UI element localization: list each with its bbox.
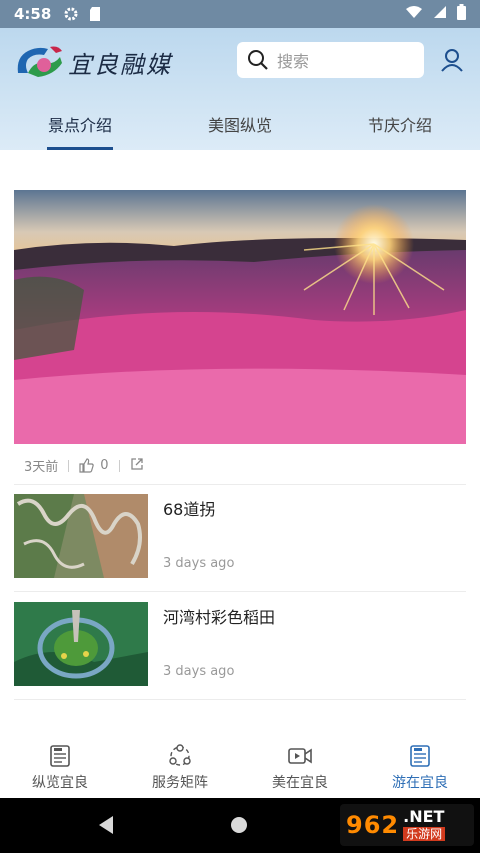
- nav-label: 美在宜良: [272, 775, 328, 791]
- logo-mark-icon: [17, 46, 62, 77]
- watermark-number: 962: [346, 811, 400, 839]
- tab-festivals[interactable]: 节庆介绍: [320, 100, 480, 150]
- battery-icon: [457, 4, 466, 24]
- search-icon: [248, 50, 268, 70]
- divider: [14, 591, 466, 592]
- bottom-navigation: 纵览宜良 服务矩阵 美在宜良 游在宜良: [0, 740, 480, 798]
- tab-scenic-spots[interactable]: 景点介绍: [0, 100, 160, 150]
- settings-icon: [63, 6, 79, 22]
- news-icon: [410, 745, 430, 767]
- thumbs-up-icon: [79, 458, 95, 473]
- search-input[interactable]: 搜索: [237, 42, 424, 78]
- category-tabs: 景点介绍 美图纵览 节庆介绍: [0, 100, 480, 150]
- feature-meta: 3天前 0: [24, 456, 144, 475]
- feature-time: 3天前: [24, 460, 59, 475]
- news-thumbnail: [14, 602, 148, 686]
- news-time: 3 days ago: [163, 556, 235, 571]
- app-logo: 宜良融媒: [14, 42, 184, 82]
- status-bar: 4:58: [0, 0, 480, 28]
- search-placeholder: 搜索: [277, 52, 310, 71]
- sd-card-icon: [89, 6, 101, 22]
- app-header: 宜良融媒 搜索 景点介绍 美图纵览 节庆介绍: [0, 28, 480, 150]
- meta-divider: [68, 459, 70, 472]
- list-item[interactable]: 68道拐 3 days ago: [14, 494, 466, 578]
- network-icon: [169, 744, 191, 766]
- status-time: 4:58: [14, 5, 52, 23]
- home-button[interactable]: [231, 817, 247, 833]
- news-time: 3 days ago: [163, 664, 235, 679]
- news-title: 68道拐: [163, 500, 216, 519]
- watermark-net: .NET: [403, 807, 445, 826]
- nav-label: 纵览宜良: [32, 775, 88, 791]
- news-title: 河湾村彩色稻田: [163, 608, 276, 627]
- nav-beauty-yiliang[interactable]: 美在宜良: [240, 740, 360, 798]
- nav-service-matrix[interactable]: 服务矩阵: [120, 740, 240, 798]
- user-icon: [441, 49, 463, 72]
- share-icon: [130, 457, 143, 470]
- divider: [14, 699, 466, 700]
- wifi-icon: [405, 5, 423, 23]
- news-icon: [50, 745, 70, 767]
- like-button[interactable]: 0: [79, 458, 109, 473]
- watermark-logo: 962 .NET 乐游网: [340, 804, 474, 846]
- user-profile-button[interactable]: [438, 46, 466, 74]
- watermark-cn: 乐游网: [403, 827, 446, 841]
- video-icon: [288, 748, 312, 764]
- like-count: 0: [100, 458, 109, 473]
- back-icon[interactable]: [97, 815, 115, 835]
- divider: [14, 484, 466, 485]
- feature-image[interactable]: [14, 190, 466, 444]
- list-item[interactable]: 河湾村彩色稻田 3 days ago: [14, 602, 466, 686]
- nav-label: 服务矩阵: [152, 775, 208, 791]
- logo-text: 宜良融媒: [68, 50, 172, 79]
- meta-divider: [118, 459, 120, 472]
- share-button[interactable]: [130, 457, 144, 475]
- news-thumbnail: [14, 494, 148, 578]
- nav-browse-yiliang[interactable]: 纵览宜良: [0, 740, 120, 798]
- nav-label: 游在宜良: [392, 775, 448, 791]
- signal-icon: [433, 5, 447, 23]
- nav-travel-yiliang[interactable]: 游在宜良: [360, 740, 480, 798]
- tab-photo-gallery[interactable]: 美图纵览: [160, 100, 320, 150]
